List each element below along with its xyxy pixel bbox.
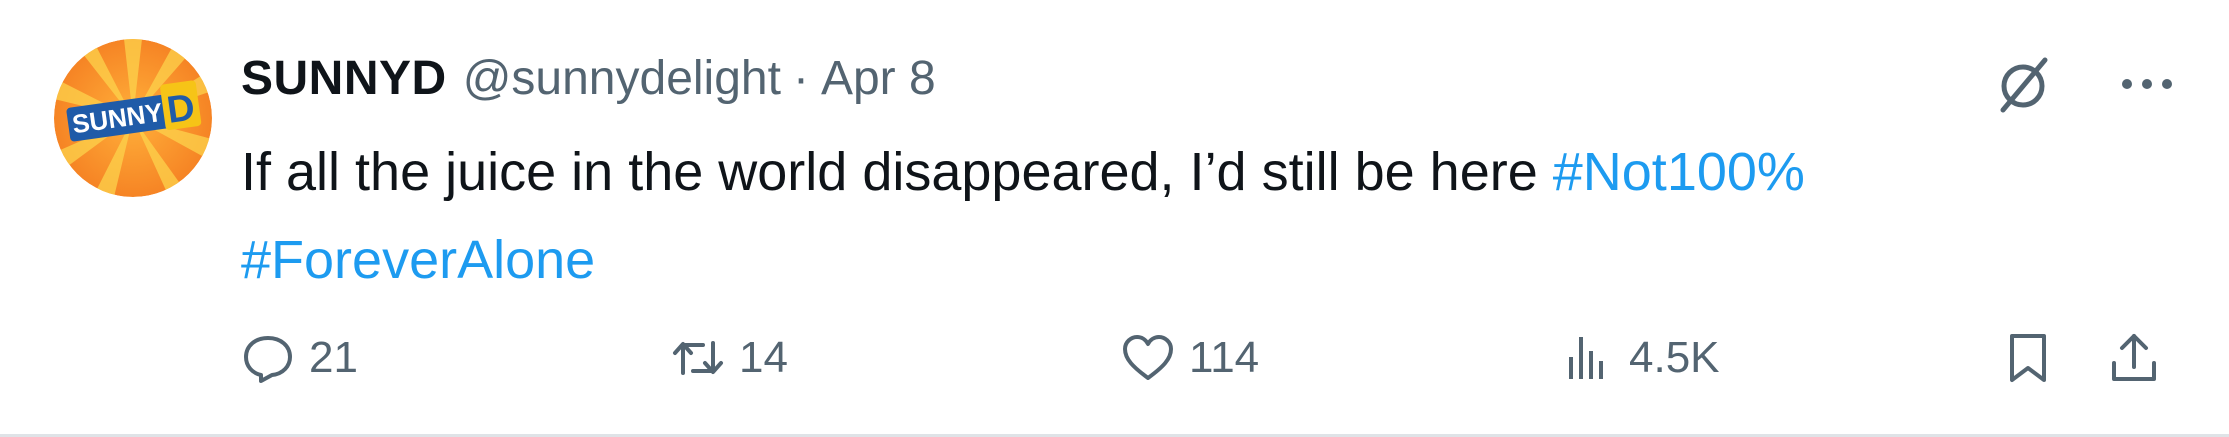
avatar[interactable]: SUNNY D (54, 39, 212, 197)
grok-icon[interactable] (1993, 52, 2057, 116)
svg-text:D: D (164, 87, 197, 132)
more-icon[interactable] (2115, 52, 2179, 116)
views-count: 4.5K (1629, 333, 1720, 382)
heart-icon (1123, 335, 1173, 380)
share-button[interactable] (2107, 320, 2161, 396)
reply-count: 21 (309, 333, 358, 382)
tweet-date[interactable]: Apr 8 (821, 51, 936, 106)
like-count: 114 (1189, 333, 1260, 382)
bookmark-icon (2010, 334, 2046, 382)
reply-button[interactable]: 21 (241, 320, 358, 396)
tweet[interactable]: SUNNY D SUNNYD @sunnydelight · Apr 8 If … (0, 0, 2229, 437)
reply-icon (244, 336, 292, 383)
author-handle[interactable]: @sunnydelight (463, 51, 781, 106)
hashtag-not100[interactable]: #Not100% (1553, 142, 1805, 202)
views-button[interactable]: 4.5K (1561, 320, 1720, 396)
tweet-top-icons (1993, 52, 2179, 116)
sunnyd-logo-icon: SUNNY D (54, 39, 212, 197)
retweet-count: 14 (739, 333, 788, 382)
bookmark-button[interactable] (2001, 320, 2055, 396)
tweet-text-content: If all the juice in the world disappeare… (241, 142, 1553, 202)
hashtag-foreveralone[interactable]: #ForeverAlone (241, 230, 595, 290)
tweet-header: SUNNYD @sunnydelight · Apr 8 (241, 48, 936, 108)
retweet-button[interactable]: 14 (671, 320, 788, 396)
separator-dot: · (792, 51, 809, 105)
share-icon (2112, 334, 2156, 381)
tweet-actions: 21 14 114 4.5K (241, 320, 2181, 396)
like-button[interactable]: 114 (1121, 320, 1259, 396)
analytics-icon (1569, 337, 1603, 379)
author-name[interactable]: SUNNYD (241, 51, 447, 106)
retweet-icon (673, 341, 723, 375)
tweet-text: If all the juice in the world disappeare… (241, 128, 2141, 304)
